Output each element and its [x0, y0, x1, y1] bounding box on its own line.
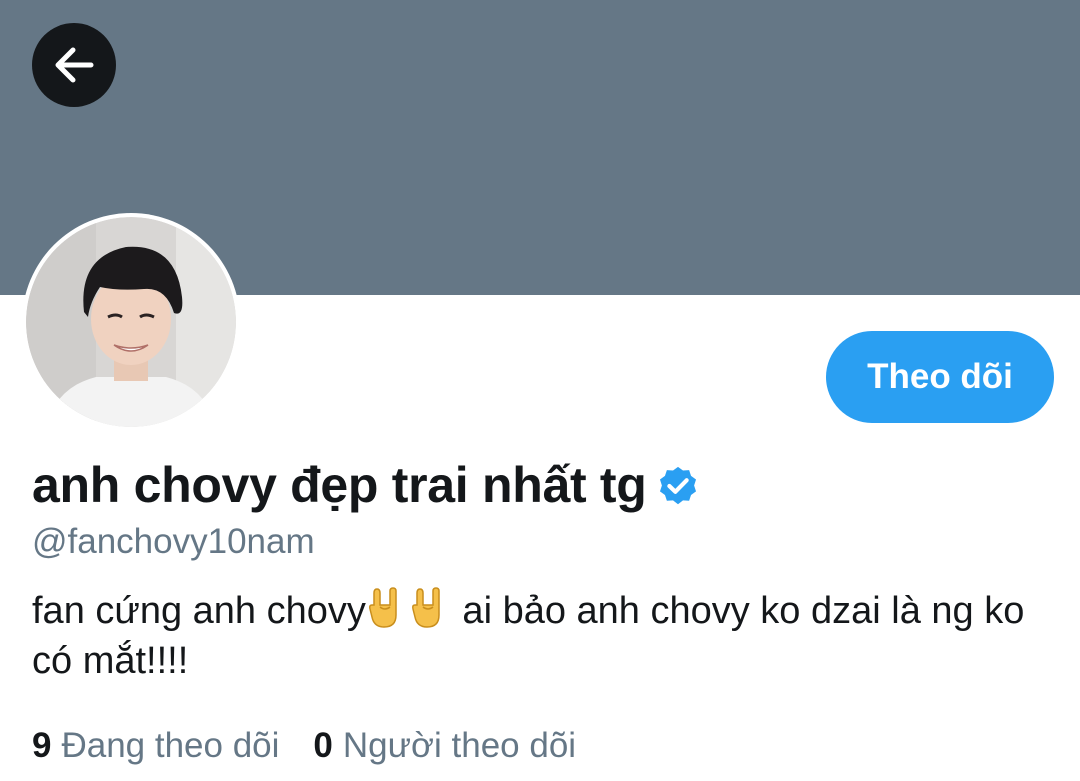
display-name: anh chovy đẹp trai nhất tg	[32, 457, 647, 513]
followers-count: 0	[313, 726, 333, 765]
profile-page: Theo dõi anh chovy đẹp trai nhất tg @fan…	[0, 0, 1080, 781]
back-button[interactable]	[32, 23, 116, 107]
verified-badge-icon	[659, 466, 696, 505]
follow-stats: 9 Đang theo dõi 0 Người theo dõi	[32, 726, 610, 766]
followers-stat[interactable]: 0 Người theo dõi	[313, 726, 576, 766]
following-stat[interactable]: 9 Đang theo dõi	[32, 726, 279, 766]
profile-bio: fan cứng anh chovy ai bảo anh chovy ko d…	[32, 586, 1042, 686]
followers-label: Người theo dõi	[342, 726, 577, 765]
arrow-left-icon	[55, 47, 94, 83]
rock-on-hand-icon	[368, 587, 397, 628]
rock-on-hand-icon	[411, 587, 440, 628]
following-label: Đang theo dõi	[61, 726, 280, 765]
avatar[interactable]	[22, 213, 240, 431]
follow-button[interactable]: Theo dõi	[826, 331, 1054, 423]
name-row: anh chovy đẹp trai nhất tg	[32, 456, 701, 514]
profile-photo	[26, 217, 236, 427]
following-count: 9	[32, 726, 52, 765]
bio-text-1: fan cứng anh chovy	[32, 590, 366, 632]
user-handle: @fanchovy10nam	[32, 522, 315, 561]
